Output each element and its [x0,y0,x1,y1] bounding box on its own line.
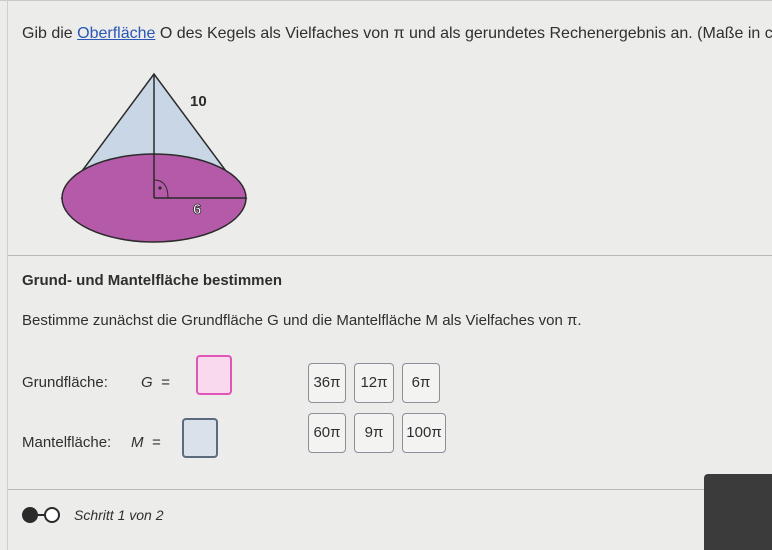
section-divider [8,255,772,256]
answer-chip[interactable]: 100π [402,413,446,453]
top-border [0,0,772,1]
step-text: Schritt 1 von 2 [74,507,164,523]
right-angle-dot [158,186,162,190]
answer-chip[interactable]: 12π [354,363,394,403]
cone-figure: 10 6 [60,72,248,243]
answer-chip[interactable]: 6π [402,363,440,403]
dark-corner-panel [704,474,772,550]
task-prefix: Gib die [22,25,78,42]
mantelflaeche-var: M = [131,434,161,451]
answer-chip[interactable]: 36π [308,363,346,403]
grundflaeche-var: G = [141,374,170,391]
grundflaeche-label: Grundfläche: [22,374,108,391]
answer-chip[interactable]: 60π [308,413,346,453]
mantelflaeche-drop-box[interactable] [182,418,218,458]
grundflaeche-drop-box[interactable] [196,355,232,395]
step-dot-current [22,507,38,523]
step-dot-next [44,507,60,523]
instruction-text: Bestimme zunächst die Grundfläche G und … [22,312,582,329]
oberflaeche-link[interactable]: Oberfläche [77,25,155,42]
footer-divider [8,489,772,490]
step-indicator: Schritt 1 von 2 [22,500,164,530]
left-border [7,0,8,550]
radius-label: 6 [193,201,201,218]
section-title: Grund- und Mantelfläche bestimmen [22,272,283,289]
task-text: Gib die Oberfläche O des Kegels als Viel… [22,24,772,44]
mantelflaeche-label: Mantelfläche: [22,434,112,451]
task-suffix: O des Kegels als Vielfaches von π und al… [155,25,772,42]
answer-chip[interactable]: 9π [354,413,394,453]
slant-height-label: 10 [190,93,207,110]
